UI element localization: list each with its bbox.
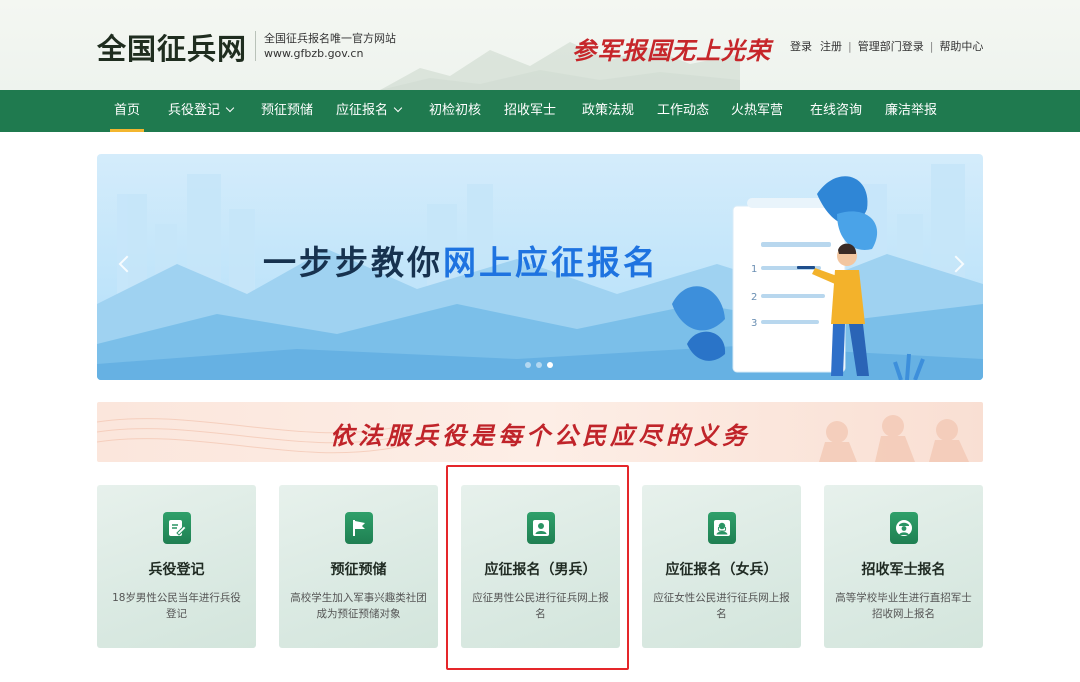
banner-step-3: 3	[751, 318, 757, 329]
flag-icon	[345, 512, 373, 544]
user-female-icon	[708, 512, 736, 544]
slogan-glory: 无上光荣	[671, 36, 771, 65]
nav-item-label: 在线咨询	[810, 103, 863, 118]
card-enlistment-female[interactable]: 应征报名（女兵） 应征女性公民进行征兵网上报名	[642, 485, 801, 648]
link-separator: |	[929, 40, 934, 53]
site-logo-subtitle: 全国征兵报名唯一官方网站	[264, 32, 396, 45]
banner-pagination	[525, 362, 553, 368]
card-title: 应征报名（女兵）	[665, 562, 778, 578]
nav-item-label: 廉洁举报	[885, 103, 938, 118]
nav-item-home[interactable]: 首页	[109, 90, 145, 132]
site-logo-title[interactable]: 全国征兵网	[97, 26, 247, 68]
banner-title: 一步步教你网上应征报名	[263, 236, 659, 284]
nav-item-label: 政策法规	[582, 103, 635, 118]
card-description: 高校学生加入军事兴趣类社团成为预征预储对象	[290, 592, 427, 620]
link-separator: |	[848, 40, 852, 53]
banner-dot-1[interactable]	[525, 362, 531, 368]
card-description: 18岁男性公民当年进行兵役登记	[112, 592, 241, 620]
nav-item-pre-enlistment[interactable]: 预征预储	[261, 90, 313, 132]
card-description: 高等学校毕业生进行直招军士招收网上报名	[835, 592, 972, 620]
duty-slogan-text: 依法服兵役是每个公民应尽的义务	[330, 421, 750, 450]
nav-item-label: 工作动态	[657, 103, 710, 118]
help-center-link[interactable]: 帮助中心	[939, 38, 983, 54]
card-title: 兵役登记	[148, 562, 205, 578]
card-military-registration[interactable]: 兵役登记 18岁男性公民当年进行兵役登记	[97, 485, 256, 648]
nav-item-news[interactable]: 工作动态	[657, 90, 709, 132]
nav-item-policy[interactable]: 政策法规	[582, 90, 634, 132]
banner-title-part1: 一步步教你	[263, 243, 443, 282]
nav-item-label: 火热军营	[731, 103, 784, 118]
user-male-icon	[527, 512, 555, 544]
slogan-join-army: 参军报国	[572, 36, 672, 65]
nav-item-label: 首页	[114, 103, 141, 118]
nav-item-label: 招收军士	[504, 103, 557, 118]
card-sergeant-recruit[interactable]: 招收军士报名 高等学校毕业生进行直招军士招收网上报名	[824, 485, 983, 648]
register-link[interactable]: 注册	[820, 38, 842, 54]
card-enlistment-male[interactable]: 应征报名（男兵） 应征男性公民进行征兵网上报名	[461, 485, 620, 648]
edit-document-icon	[163, 512, 191, 544]
nav-item-sergeant-recruit[interactable]: 招收军士	[504, 90, 556, 132]
banner-dot-2[interactable]	[536, 362, 542, 368]
site-header: 全国征兵网 全国征兵报名唯一官方网站 www.gfbzb.gov.cn 参军报国…	[0, 0, 1080, 90]
banner-step-1: 1	[751, 264, 757, 275]
dept-login-link[interactable]: 管理部门登录	[858, 38, 924, 54]
card-title: 预征预储	[330, 562, 387, 578]
nav-item-military-registration[interactable]: 兵役登记	[168, 90, 235, 132]
nav-item-enlistment-signup[interactable]: 应征报名	[336, 90, 403, 132]
chevron-down-icon	[393, 103, 403, 113]
site-logo-url: www.gfbzb.gov.cn	[264, 47, 364, 60]
card-pre-enlistment[interactable]: 预征预储 高校学生加入军事兴趣类社团成为预征预储对象	[279, 485, 438, 648]
hero-banner[interactable]: 1 2 3 一步步教你网上应征报名	[97, 154, 983, 380]
card-title: 应征报名（男兵）	[484, 562, 597, 578]
top-links: 登录 注册 | 管理部门登录 | 帮助中心	[790, 38, 983, 54]
banner-dot-3-active[interactable]	[547, 362, 553, 368]
card-description: 应征女性公民进行征兵网上报名	[653, 592, 790, 620]
nav-item-label: 应征报名	[336, 103, 389, 118]
card-description: 应征男性公民进行征兵网上报名	[472, 592, 609, 620]
card-title: 招收军士报名	[861, 562, 946, 578]
nav-item-label: 初检初核	[429, 103, 482, 118]
login-link[interactable]: 登录	[790, 38, 812, 54]
chevron-down-icon	[225, 103, 235, 113]
duty-slogan-banner: 依法服兵役是每个公民应尽的义务	[97, 402, 983, 462]
nav-item-consult[interactable]: 在线咨询	[810, 90, 862, 132]
nav-item-report[interactable]: 廉洁举报	[885, 90, 937, 132]
nav-item-barracks[interactable]: 火热军营	[731, 90, 783, 132]
banner-title-highlight: 网上应征报名	[443, 243, 659, 282]
soldier-icon	[890, 512, 918, 544]
nav-item-label: 兵役登记	[168, 103, 221, 118]
main-nav: 首页 兵役登记 预征预储 应征报名 初检初核 招收军士 政策法规 工作动态 火热…	[0, 90, 1080, 132]
logo-divider	[255, 31, 256, 61]
nav-item-initial-check[interactable]: 初检初核	[429, 90, 481, 132]
banner-step-2: 2	[751, 292, 757, 303]
nav-item-label: 预征预储	[261, 103, 314, 118]
